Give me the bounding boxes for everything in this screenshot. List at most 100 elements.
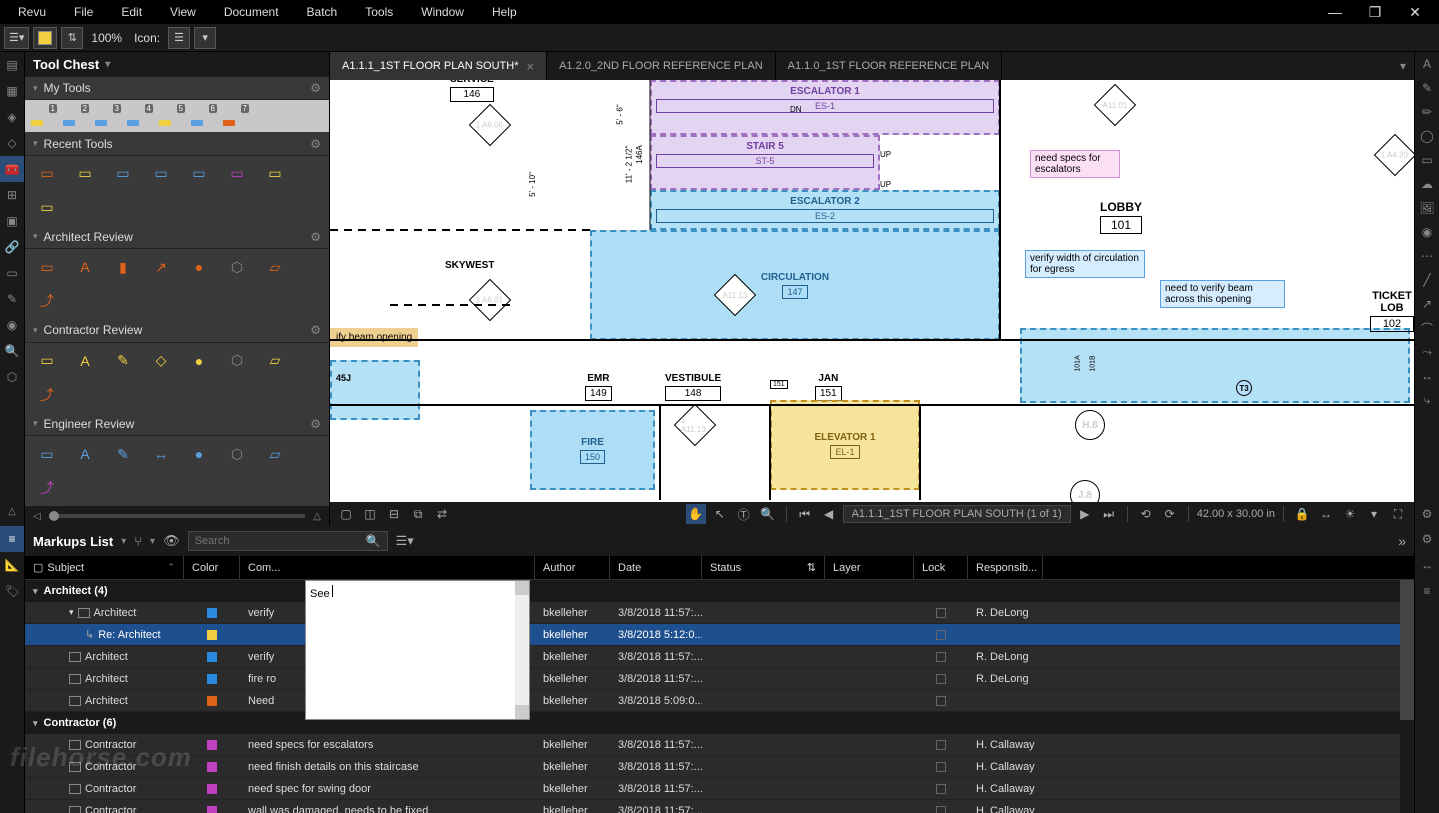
tool-5[interactable]: 5 xyxy=(159,106,183,126)
sheet-ref[interactable]: 1 A6.01 xyxy=(469,279,511,321)
markups-row[interactable]: ArchitectNeedbkelleher3/8/2018 5:09:0... xyxy=(25,690,1414,712)
markups-group-header[interactable]: ▾Contractor (6) xyxy=(25,712,1414,734)
cloud-tool-icon[interactable]: ☁ xyxy=(1415,172,1439,196)
gear-icon[interactable]: ⚙ xyxy=(310,230,321,244)
tool-size-slider[interactable]: ◁ △ xyxy=(25,506,329,526)
3d-icon[interactable]: ⬡ xyxy=(0,364,24,390)
recent-tool[interactable]: ▭ xyxy=(111,164,135,184)
col-subject[interactable]: ▢ Subject ⌃ xyxy=(25,556,184,579)
recent-tool[interactable]: ▭ xyxy=(149,164,173,184)
tab-1[interactable]: A1.1.1_1ST FLOOR PLAN SOUTH* × xyxy=(330,52,547,80)
markups-row[interactable]: ↳Re: Architectbkelleher3/8/2018 5:12:0..… xyxy=(25,624,1414,646)
filter-icon[interactable]: ⑂ xyxy=(134,534,142,549)
next-page-icon[interactable]: ▶ xyxy=(1075,504,1095,524)
cont-tool[interactable]: ✎ xyxy=(111,351,135,371)
sheet-ref[interactable]: A11.01 xyxy=(1094,84,1136,126)
cont-tool[interactable]: ● xyxy=(187,351,211,371)
markups-row[interactable]: ▾Architectverifybkelleher3/8/2018 11:57:… xyxy=(25,602,1414,624)
menu-tools[interactable]: Tools xyxy=(351,0,407,24)
prev-page-icon[interactable]: ◀ xyxy=(819,504,839,524)
links-icon[interactable]: 🔗 xyxy=(0,234,24,260)
markups-row[interactable]: Architectverifybkelleher3/8/2018 11:57:.… xyxy=(25,646,1414,668)
eng-tool[interactable]: ⬡ xyxy=(225,444,249,464)
dim-icon[interactable]: ☀ xyxy=(1340,504,1360,524)
tool-1[interactable]: 1 xyxy=(31,106,55,126)
note-beam-verify[interactable]: need to verify beam across this opening xyxy=(1160,280,1285,308)
col-status[interactable]: Status ⇅ xyxy=(702,556,825,579)
tab-2[interactable]: A1.2.0_2ND FLOOR REFERENCE PLAN xyxy=(547,52,776,80)
forms-icon[interactable]: ▭ xyxy=(0,260,24,286)
expand-icon[interactable]: » xyxy=(1398,533,1406,549)
section-architect-review[interactable]: ▾ Architect Review ⚙ xyxy=(25,226,329,249)
note-escalator-specs[interactable]: need specs for escalators xyxy=(1030,150,1120,178)
menu-window[interactable]: Window xyxy=(407,0,478,24)
eng-tool[interactable]: ⤴ xyxy=(35,478,59,498)
tab-dropdown-icon[interactable]: ▾ xyxy=(1392,59,1414,73)
col-author[interactable]: Author xyxy=(535,556,610,579)
nav-fwd-icon[interactable]: ⟳ xyxy=(1160,504,1180,524)
sets-icon[interactable]: ▣ xyxy=(0,208,24,234)
tool-chest-header[interactable]: Tool Chest ▾ xyxy=(25,52,329,77)
thumbnails-icon[interactable]: ▦ xyxy=(0,78,24,104)
arch-tool[interactable]: A xyxy=(73,257,97,277)
arc-tool-icon[interactable]: ⌒ xyxy=(1415,316,1439,340)
drawing-canvas[interactable]: SERVICE 146 ESCALATOR 1 ES-1 STAIR 5 ST-… xyxy=(330,80,1414,502)
note-tool-icon[interactable]: ▭ xyxy=(1415,148,1439,172)
region-circulation[interactable]: CIRCULATION 147 xyxy=(590,230,1000,340)
text-tool-icon[interactable]: A xyxy=(1415,52,1439,76)
region-escalator2[interactable]: ESCALATOR 2 ES-2 xyxy=(650,190,1000,230)
tool-3[interactable]: 3 xyxy=(95,106,119,126)
arch-tool[interactable]: ↗ xyxy=(149,257,173,277)
col-comments[interactable]: Com... xyxy=(240,556,535,579)
dimension-panel-icon[interactable]: ↔ xyxy=(1415,552,1439,578)
section-engineer-review[interactable]: ▾ Engineer Review ⚙ xyxy=(25,413,329,436)
file-access-icon[interactable]: ▤ xyxy=(0,52,24,78)
menu-view[interactable]: View xyxy=(156,0,210,24)
gear-icon[interactable]: ⚙ xyxy=(310,81,321,95)
close-icon[interactable]: × xyxy=(526,59,534,74)
eng-tool[interactable]: ✎ xyxy=(111,444,135,464)
recent-tool[interactable]: ▭ xyxy=(73,164,97,184)
text-select-icon[interactable]: Ⓣ xyxy=(734,504,754,524)
columns-icon[interactable]: ☰▾ xyxy=(396,533,414,549)
checkbox-icon[interactable]: ▢ xyxy=(33,561,43,574)
section-my-tools[interactable]: ▾ My Tools ⚙ xyxy=(25,77,329,100)
icon-dropdown-button[interactable]: ▾ xyxy=(194,27,216,49)
comment-edit-popup[interactable]: See xyxy=(305,580,530,720)
select-icon[interactable]: ↖ xyxy=(710,504,730,524)
col-color[interactable]: Color xyxy=(184,556,240,579)
cont-tool[interactable]: ▭ xyxy=(35,351,59,371)
pan-icon[interactable]: ✋ xyxy=(686,504,706,524)
detach-icon[interactable]: ⧉ xyxy=(408,504,428,524)
recent-tool[interactable]: ▭ xyxy=(35,198,59,218)
tags-icon[interactable]: 🏷 xyxy=(0,578,24,604)
tool-6[interactable]: 6 xyxy=(191,106,215,126)
sort-icon[interactable]: ⌃ xyxy=(167,562,175,573)
menu-document[interactable]: Document xyxy=(210,0,293,24)
sheet-ref[interactable]: 1 A6.06 xyxy=(469,104,511,146)
recent-tool[interactable]: ▭ xyxy=(225,164,249,184)
color-swatch-button[interactable] xyxy=(33,27,57,49)
recent-tool[interactable]: ▭ xyxy=(263,164,287,184)
cont-tool[interactable]: A xyxy=(73,351,97,371)
icon-view-button[interactable]: ☰ xyxy=(168,27,190,49)
arrow-tool-icon[interactable]: ↗ xyxy=(1415,292,1439,316)
gear-icon[interactable]: ⚙ xyxy=(310,323,321,337)
arch-tool[interactable]: ▮ xyxy=(111,257,135,277)
note-beam-verify2[interactable]: ify beam opening xyxy=(330,328,418,347)
last-page-icon[interactable]: ⏭ xyxy=(1099,504,1119,524)
markups-row[interactable]: Contractorneed finish details on this st… xyxy=(25,756,1414,778)
dim-dropdown-icon[interactable]: ▾ xyxy=(1364,504,1384,524)
cont-tool[interactable]: ▱ xyxy=(263,351,287,371)
tool-7[interactable]: 7 xyxy=(223,106,247,126)
markups-list-icon[interactable]: ≡ xyxy=(0,526,24,552)
menu-file[interactable]: File xyxy=(60,0,107,24)
signatures-icon[interactable]: ✎ xyxy=(0,286,24,312)
region-escalator1[interactable]: ESCALATOR 1 ES-1 xyxy=(650,80,1000,135)
recent-tool[interactable]: ▭ xyxy=(35,164,59,184)
cont-tool[interactable]: ◇ xyxy=(149,351,173,371)
measurements-icon[interactable]: 📐 xyxy=(0,552,24,578)
tab-3[interactable]: A1.1.0_1ST FLOOR REFERENCE PLAN xyxy=(776,52,1003,80)
zoom-icon[interactable]: 🔍 xyxy=(758,504,778,524)
polyline-tool-icon[interactable]: ⤳ xyxy=(1415,340,1439,364)
